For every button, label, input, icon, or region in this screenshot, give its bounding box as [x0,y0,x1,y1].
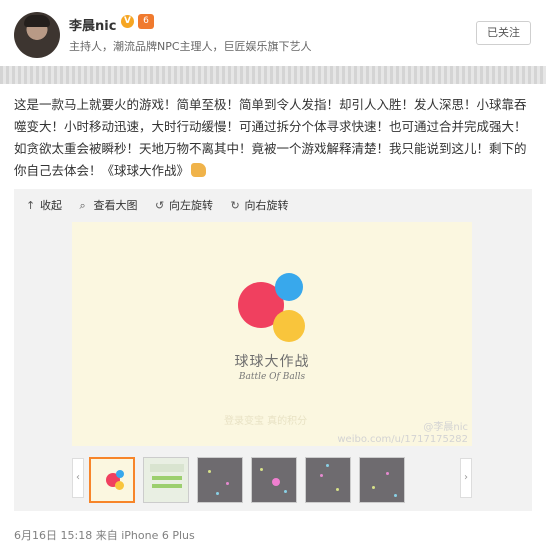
game-title-cn: 球球大作战 [234,354,310,370]
post-header: 李晨nic V 6 主持人，潮流品牌NPC主理人，巨匠娱乐旗下艺人 已关注 [0,0,546,66]
login-header [150,464,184,472]
collapse-up-icon: ↑ [26,199,36,212]
rotate-left-label: 向左旋转 [169,199,213,212]
game-title-en: Battle Of Balls [238,372,306,382]
thumbnail-5[interactable] [305,457,351,503]
login-button [152,484,182,488]
thumbnail-strip [72,455,472,503]
game-dot [326,464,329,467]
magnifier-icon: ⌕ [79,199,86,212]
view-large-label: 查看大图 [93,199,138,212]
watermark: @李晨nic weibo.com/u/1717175282 [337,422,468,446]
yellow-ball-logo [115,481,124,490]
rotate-left-icon: ↺ [155,199,165,212]
game-dot [320,474,323,477]
faint-links: 登录变宝 真的积分 [224,416,308,427]
thumbs-up-icon [191,163,207,177]
thumbnail-6[interactable] [359,457,405,503]
thumbnail-3[interactable] [197,457,243,503]
level-badge-icon[interactable]: 6 [138,14,154,29]
author-bio: 主持人，潮流品牌NPC主理人，巨匠娱乐旗下艺人 [69,40,312,53]
blue-ball-logo [275,273,303,301]
game-dot [208,470,211,473]
verified-badge-icon[interactable]: V [121,15,134,28]
yellow-ball-logo [273,310,305,342]
thumbnail-2[interactable] [143,457,189,503]
source-prefix: 来自 [95,529,118,542]
game-dot [216,492,219,495]
watermark-user: @李晨nic [423,422,468,433]
blue-ball-logo [116,470,124,478]
author-name[interactable]: 李晨nic [69,15,116,34]
game-dot [394,494,397,497]
game-dot [386,472,389,475]
post-text: 这是一款马上就要火的游戏！简单至极！简单到令人发指！却引人入胜！发人深思！小球靠… [14,94,534,182]
media-toolbar: ↑ 收起 ⌕ 查看大图 ↺ 向左旋转 ↻ 向右旋转 [26,197,303,215]
rotate-left-button[interactable]: ↺ 向左旋转 [155,197,213,213]
game-dot [284,490,287,493]
watermark-url: weibo.com/u/1717175282 [337,434,468,445]
game-dot [226,482,229,485]
thumbnail-1[interactable] [89,457,135,503]
game-dot [372,486,375,489]
divider [0,66,546,84]
media-viewer: ↑ 收起 ⌕ 查看大图 ↺ 向左旋转 ↻ 向右旋转 球球大作战 Battle Of Ba… [14,189,532,511]
follow-button[interactable]: 已关注 [476,21,531,45]
view-large-button[interactable]: ⌕ 查看大图 [80,197,138,213]
post-body: 这是一款马上就要火的游戏！简单至极！简单到令人发指！却引人入胜！发人深思！小球靠… [14,97,527,178]
collapse-button[interactable]: ↑ 收起 [26,197,62,213]
rotate-right-label: 向右旋转 [244,199,289,212]
game-dot [260,468,263,471]
game-dot [272,478,280,486]
login-button [152,476,182,480]
post-source[interactable]: iPhone 6 Plus [121,529,195,542]
collapse-label: 收起 [40,199,62,212]
post-footer: 6月16日 15:18 来自 iPhone 6 Plus [14,527,195,543]
rotate-right-icon: ↻ [230,199,240,212]
post-date[interactable]: 6月16日 15:18 [14,529,92,542]
thumbnail-4[interactable] [251,457,297,503]
main-image[interactable]: 球球大作战 Battle Of Balls 登录变宝 真的积分 @李晨nic we… [72,222,472,446]
rotate-right-button[interactable]: ↻ 向右旋转 [231,197,289,213]
avatar[interactable] [14,12,60,58]
game-dot [336,488,339,491]
